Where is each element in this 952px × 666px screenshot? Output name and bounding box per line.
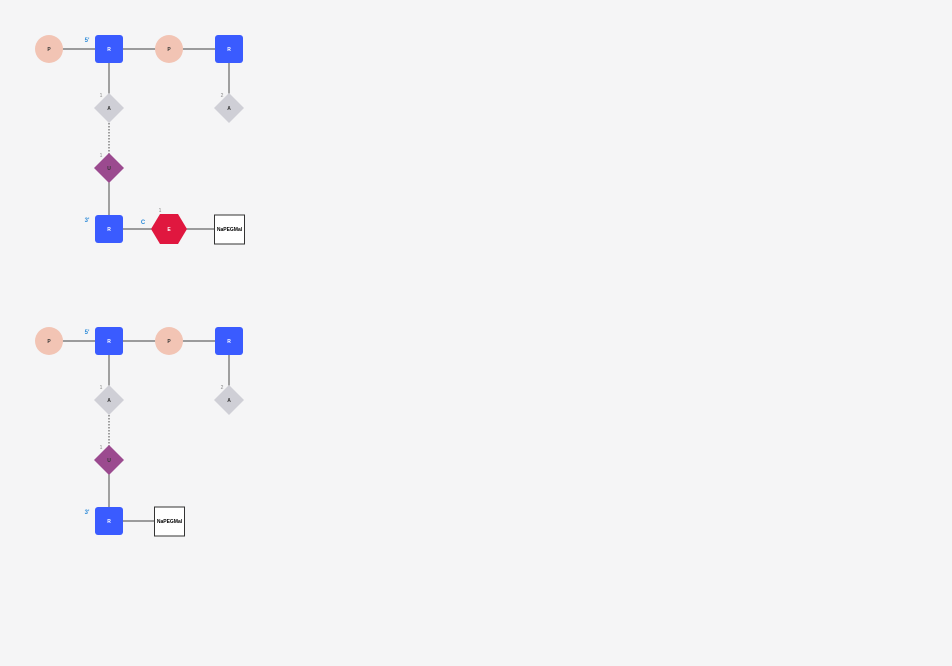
base-number: 1	[100, 385, 103, 391]
adenine-node[interactable]: A 1	[94, 93, 124, 123]
e-monomer-node[interactable]: E 1	[151, 208, 187, 244]
base-number: 1	[100, 93, 103, 99]
adenine-label: A	[107, 106, 111, 112]
base-number: 2	[221, 385, 224, 391]
ribose-node[interactable]: R	[95, 215, 123, 243]
phosphate-node[interactable]: P	[155, 35, 183, 63]
linker-label: NaPEGMal	[217, 227, 243, 233]
c-terminal-label: C	[141, 220, 146, 226]
ribose-node[interactable]: R	[95, 507, 123, 535]
base-number: 2	[221, 93, 224, 99]
ribose-label: R	[107, 339, 111, 345]
adenine-node[interactable]: A 2	[214, 385, 244, 415]
uracil-node[interactable]: U 1	[94, 445, 124, 475]
ribose-label: R	[227, 339, 231, 345]
structure-bottom: P R P R A 1 A 2 U 1 R NaPEGMal 5' 3'	[35, 327, 244, 537]
uracil-label: U	[107, 166, 111, 172]
adenine-label: A	[227, 398, 231, 404]
ribose-node[interactable]: R	[95, 327, 123, 355]
ribose-label: R	[107, 519, 111, 525]
phosphate-node[interactable]: P	[35, 327, 63, 355]
uracil-node[interactable]: U 1	[94, 153, 124, 183]
base-number: 1	[100, 153, 103, 159]
ribose-label: R	[107, 227, 111, 233]
ribose-label: R	[107, 47, 111, 53]
structure-top: P R P R A 1 A 2 U 1 R E 1 NaPEGMal 5' 3'…	[35, 35, 245, 245]
ribose-node[interactable]: R	[215, 35, 243, 63]
adenine-label: A	[107, 398, 111, 404]
five-prime-label: 5'	[85, 330, 90, 336]
ribose-node[interactable]: R	[215, 327, 243, 355]
three-prime-label: 3'	[85, 218, 90, 224]
ribose-node[interactable]: R	[95, 35, 123, 63]
linker-label: NaPEGMal	[157, 519, 183, 525]
linker-node[interactable]: NaPEGMal	[214, 214, 245, 245]
adenine-label: A	[227, 106, 231, 112]
ribose-label: R	[227, 47, 231, 53]
diagram-canvas: P R P R A 1 A 2 U 1 R E 1 NaPEGMal 5' 3'…	[35, 35, 245, 537]
base-number: 1	[100, 445, 103, 451]
phosphate-node[interactable]: P	[35, 35, 63, 63]
uracil-label: U	[107, 458, 111, 464]
three-prime-label: 3'	[85, 510, 90, 516]
monomer-number: 1	[159, 208, 162, 214]
linker-node[interactable]: NaPEGMal	[154, 506, 185, 537]
adenine-node[interactable]: A 1	[94, 385, 124, 415]
adenine-node[interactable]: A 2	[214, 93, 244, 123]
five-prime-label: 5'	[85, 38, 90, 44]
phosphate-node[interactable]: P	[155, 327, 183, 355]
